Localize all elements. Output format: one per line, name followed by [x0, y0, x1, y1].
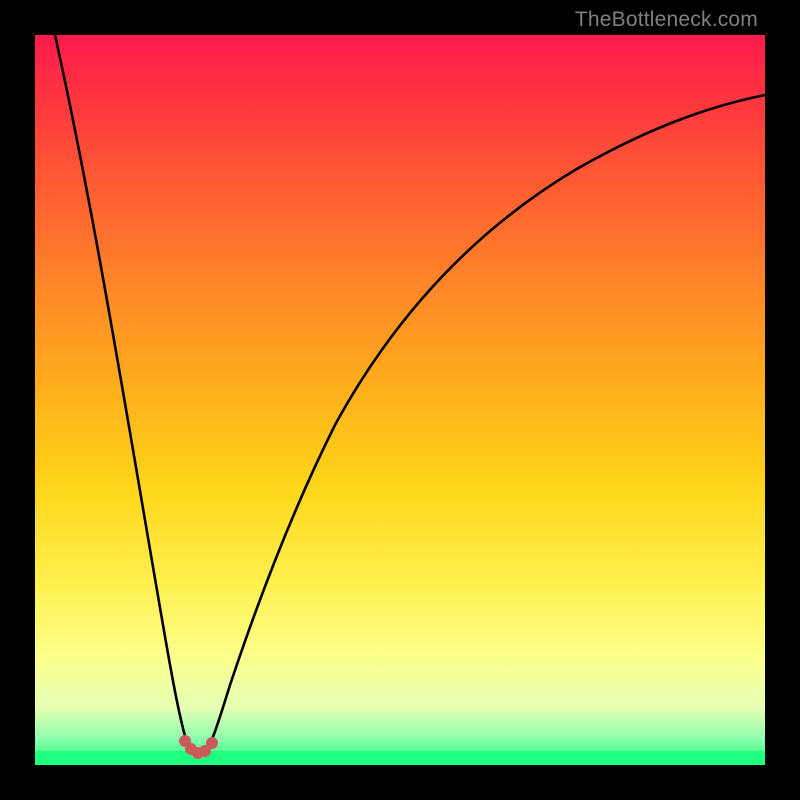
left-curve-branch: [55, 35, 195, 753]
bottleneck-curve-svg: [35, 35, 765, 765]
right-curve-branch: [205, 95, 765, 753]
valley-markers: [179, 735, 218, 759]
watermark-text: TheBottleneck.com: [575, 8, 758, 32]
chart-frame: [35, 35, 765, 765]
